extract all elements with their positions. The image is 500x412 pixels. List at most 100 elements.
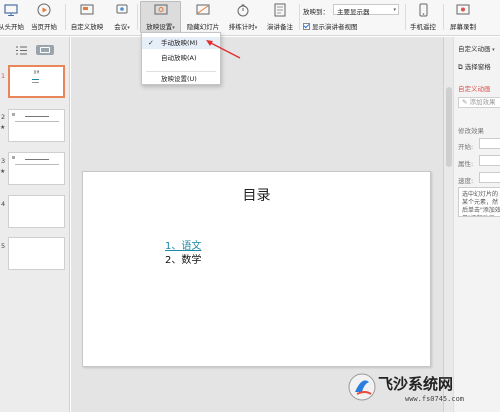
slide-editing-canvas: 目录 1、语文 2、数学: [71, 37, 443, 412]
custom-show-icon: [79, 2, 95, 17]
show-on-select[interactable]: 主要显示器 ▾: [333, 4, 399, 16]
rehearse-timing-label: 排练计时: [228, 23, 255, 31]
chevron-down-icon: ▾: [127, 25, 130, 31]
ribbon-divider: [443, 4, 444, 30]
slides-icon: [40, 47, 50, 53]
current-slide[interactable]: 目录 1、语文 2、数学: [82, 171, 431, 367]
site-watermark: 飞沙系统网 www.fs0745.com: [345, 366, 500, 412]
start-from-beginning-button[interactable]: 从头开始: [0, 2, 26, 31]
start-label: 开始:: [458, 143, 474, 151]
start-current-icon: [36, 2, 52, 17]
outline-view-tab[interactable]: [16, 46, 28, 55]
meeting-label: 会议: [114, 23, 128, 31]
thumbnail-line: [15, 164, 59, 165]
thumbnail-line: [12, 113, 15, 116]
slide-number: 5: [1, 242, 6, 250]
annotation-arrow-icon: [206, 40, 241, 59]
rehearse-timing-icon: [235, 2, 251, 17]
presenter-view-checkbox[interactable]: [303, 23, 310, 30]
slide-number: 1: [1, 72, 6, 80]
presenter-view-toggle[interactable]: 显示演讲者视图: [303, 21, 358, 31]
speed-label: 速度:: [458, 177, 474, 185]
slide-number: 4: [1, 200, 6, 208]
menu-item-show-settings[interactable]: 放映设置(U): [142, 73, 220, 85]
rehearse-timing-button[interactable]: 排练计时▾: [225, 2, 261, 31]
modify-effect-label: 修改效果: [458, 127, 484, 135]
pane-header-label: 自定义动画: [458, 45, 491, 53]
chevron-down-icon: ▾: [172, 25, 175, 31]
menu-divider: [146, 71, 216, 72]
check-icon: ✓: [148, 39, 154, 47]
slideshow-settings-icon: [153, 2, 169, 17]
meeting-icon: [114, 2, 130, 17]
slides-view-tab[interactable]: [36, 45, 54, 55]
speed-field[interactable]: [479, 172, 500, 183]
thumbnail-line: [32, 79, 39, 80]
pencil-icon: ✎: [462, 98, 470, 106]
speaker-notes-icon: [272, 2, 288, 17]
animation-star-icon: ★: [0, 124, 6, 131]
slide-thumbnail-2[interactable]: [8, 109, 65, 142]
ribbon-divider: [65, 4, 66, 30]
show-on-label: 放映到：: [303, 8, 329, 16]
outline-icon: [16, 46, 27, 54]
phone-remote-button[interactable]: 手机遥控: [408, 2, 438, 31]
start-field[interactable]: [479, 138, 500, 149]
property-label: 属性:: [458, 160, 474, 168]
slide-thumbnail-3[interactable]: [8, 152, 65, 185]
menu-item-label: 放映设置(U): [161, 75, 197, 83]
toc-item-chinese[interactable]: 1、语文: [165, 237, 201, 252]
add-effect-label: 添加效果: [469, 98, 496, 106]
start-current-button[interactable]: 当页开始: [28, 2, 60, 31]
start-current-label: 当页开始: [31, 23, 57, 31]
thumbnail-line: [12, 156, 15, 159]
menu-item-label: 手动放映(M): [161, 39, 198, 47]
screen-record-icon: [455, 2, 471, 17]
chevron-down-icon: ▾: [393, 7, 396, 13]
menu-item-label: 自动放映(A): [161, 54, 197, 62]
watermark-url: www.fs0745.com: [405, 395, 465, 403]
thumbnail-line: [25, 116, 49, 117]
select-pane-icon: ⧉: [458, 63, 465, 71]
toc-item-math[interactable]: 2、数学: [165, 251, 201, 266]
hide-slide-button[interactable]: 隐藏幻灯片: [183, 2, 223, 31]
watermark-brand: 飞沙系统网: [378, 375, 454, 393]
ribbon-toolbar: 从头开始 当页开始 自定义放映 会议▾ 放映设置▾ 隐藏幻灯片 排练计时▾ 演讲…: [0, 0, 500, 36]
thumbnail-line: [25, 159, 49, 160]
chevron-down-icon: ▾: [490, 47, 495, 53]
slide-number: 3: [1, 157, 6, 165]
slide-title[interactable]: 目录: [83, 185, 430, 205]
thumbnail-line: [15, 121, 59, 122]
show-on-value: 主要显示器: [337, 8, 370, 16]
meeting-button[interactable]: 会议▾: [110, 2, 134, 31]
hide-slide-label: 隐藏幻灯片: [186, 23, 220, 31]
chevron-down-icon: ▾: [254, 25, 258, 31]
add-effect-button[interactable]: ✎ 添加效果: [458, 97, 500, 108]
slideshow-settings-button[interactable]: 放映设置▾: [140, 1, 181, 33]
start-from-beginning-label: 从头开始: [0, 23, 24, 31]
thumbnail-title: 目录: [33, 70, 40, 74]
screen-record-button[interactable]: 屏幕录制: [447, 2, 479, 31]
vertical-scrollbar[interactable]: [444, 37, 454, 412]
phone-remote-label: 手机遥控: [410, 23, 436, 31]
slide-number: 2: [1, 113, 6, 121]
phone-remote-icon: [415, 2, 431, 17]
slide-thumbnail-4[interactable]: [8, 195, 65, 228]
custom-show-button[interactable]: 自定义放映: [68, 2, 106, 31]
speaker-notes-button[interactable]: 演讲备注: [264, 2, 296, 31]
screen-record-label: 屏幕录制: [450, 23, 476, 31]
animation-list-hint: 选中幻灯片的某个元素，然后单击"添加效果"添加动画。: [458, 187, 500, 217]
start-from-beginning-icon: [3, 2, 19, 17]
thumbnail-line: [32, 82, 39, 83]
presenter-view-label: 显示演讲者视图: [312, 23, 358, 31]
slide-thumbnail-1[interactable]: 目录: [8, 65, 65, 98]
select-pane-button[interactable]: ⧉ 选择窗格: [458, 61, 491, 72]
select-pane-label: 选择窗格: [464, 63, 491, 71]
speaker-notes-label: 演讲备注: [267, 23, 293, 31]
custom-show-label: 自定义放映: [70, 23, 104, 31]
slide-thumbnail-5[interactable]: [8, 237, 65, 270]
property-field[interactable]: [479, 155, 500, 166]
scrollbar-thumb[interactable]: [446, 87, 452, 167]
pane-header[interactable]: 自定义动画 ▾: [458, 43, 495, 53]
custom-animation-pane: 自定义动画 ▾ ⧉ 选择窗格 自定义动画 ✎ 添加效果 修改效果 开始: 属性:…: [443, 37, 500, 412]
